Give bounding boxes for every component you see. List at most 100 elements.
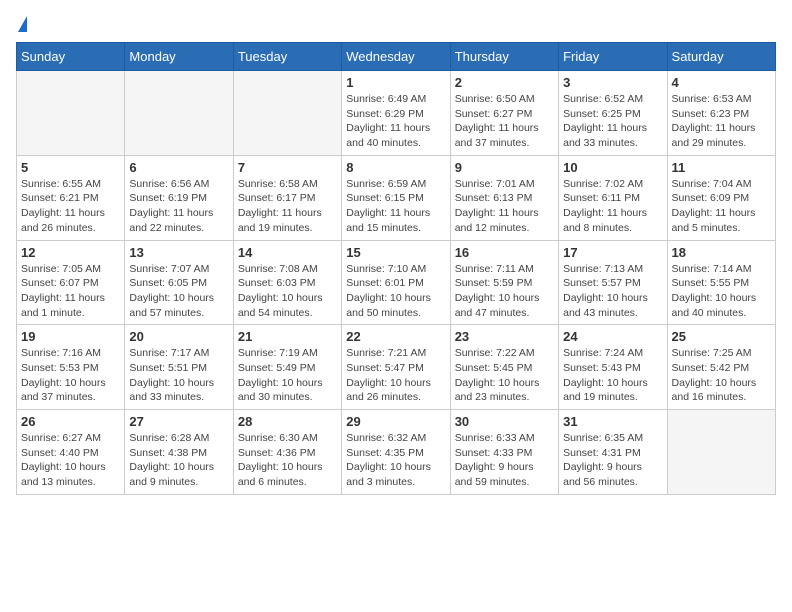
day-header-monday: Monday: [125, 43, 233, 71]
calendar-table: SundayMondayTuesdayWednesdayThursdayFrid…: [16, 42, 776, 495]
calendar-cell: 31 Sunrise: 6:35 AM Sunset: 4:31 PM Dayli…: [559, 410, 667, 495]
calendar-week-row: 5 Sunrise: 6:55 AM Sunset: 6:21 PM Daylig…: [17, 155, 776, 240]
day-info: Sunrise: 7:17 AM Sunset: 5:51 PM Dayligh…: [129, 346, 228, 405]
day-number: 22: [346, 329, 445, 344]
day-number: 29: [346, 414, 445, 429]
calendar-cell: 19 Sunrise: 7:16 AM Sunset: 5:53 PM Dayli…: [17, 325, 125, 410]
calendar-cell: 4 Sunrise: 6:53 AM Sunset: 6:23 PM Daylig…: [667, 71, 775, 156]
calendar-cell: 26 Sunrise: 6:27 AM Sunset: 4:40 PM Dayli…: [17, 410, 125, 495]
calendar-cell: 5 Sunrise: 6:55 AM Sunset: 6:21 PM Daylig…: [17, 155, 125, 240]
day-header-saturday: Saturday: [667, 43, 775, 71]
calendar-cell: 8 Sunrise: 6:59 AM Sunset: 6:15 PM Daylig…: [342, 155, 450, 240]
day-info: Sunrise: 7:16 AM Sunset: 5:53 PM Dayligh…: [21, 346, 120, 405]
calendar-cell: 10 Sunrise: 7:02 AM Sunset: 6:11 PM Dayli…: [559, 155, 667, 240]
calendar-cell: [233, 71, 341, 156]
day-info: Sunrise: 7:24 AM Sunset: 5:43 PM Dayligh…: [563, 346, 662, 405]
day-info: Sunrise: 7:02 AM Sunset: 6:11 PM Dayligh…: [563, 177, 662, 236]
day-number: 25: [672, 329, 771, 344]
calendar-cell: 12 Sunrise: 7:05 AM Sunset: 6:07 PM Dayli…: [17, 240, 125, 325]
day-number: 6: [129, 160, 228, 175]
day-number: 13: [129, 245, 228, 260]
day-info: Sunrise: 6:52 AM Sunset: 6:25 PM Dayligh…: [563, 92, 662, 151]
day-header-wednesday: Wednesday: [342, 43, 450, 71]
day-number: 9: [455, 160, 554, 175]
day-info: Sunrise: 6:59 AM Sunset: 6:15 PM Dayligh…: [346, 177, 445, 236]
calendar-cell: 17 Sunrise: 7:13 AM Sunset: 5:57 PM Dayli…: [559, 240, 667, 325]
calendar-cell: 29 Sunrise: 6:32 AM Sunset: 4:35 PM Dayli…: [342, 410, 450, 495]
day-header-tuesday: Tuesday: [233, 43, 341, 71]
logo: [16, 16, 27, 30]
calendar-header-row: SundayMondayTuesdayWednesdayThursdayFrid…: [17, 43, 776, 71]
day-number: 8: [346, 160, 445, 175]
day-info: Sunrise: 7:25 AM Sunset: 5:42 PM Dayligh…: [672, 346, 771, 405]
day-number: 14: [238, 245, 337, 260]
day-info: Sunrise: 6:58 AM Sunset: 6:17 PM Dayligh…: [238, 177, 337, 236]
day-info: Sunrise: 6:28 AM Sunset: 4:38 PM Dayligh…: [129, 431, 228, 490]
calendar-cell: 24 Sunrise: 7:24 AM Sunset: 5:43 PM Dayli…: [559, 325, 667, 410]
calendar-week-row: 26 Sunrise: 6:27 AM Sunset: 4:40 PM Dayli…: [17, 410, 776, 495]
calendar-cell: 9 Sunrise: 7:01 AM Sunset: 6:13 PM Daylig…: [450, 155, 558, 240]
calendar-cell: 13 Sunrise: 7:07 AM Sunset: 6:05 PM Dayli…: [125, 240, 233, 325]
day-info: Sunrise: 6:53 AM Sunset: 6:23 PM Dayligh…: [672, 92, 771, 151]
day-info: Sunrise: 7:01 AM Sunset: 6:13 PM Dayligh…: [455, 177, 554, 236]
day-number: 21: [238, 329, 337, 344]
calendar-cell: 20 Sunrise: 7:17 AM Sunset: 5:51 PM Dayli…: [125, 325, 233, 410]
day-number: 24: [563, 329, 662, 344]
day-number: 10: [563, 160, 662, 175]
day-number: 30: [455, 414, 554, 429]
calendar-cell: [125, 71, 233, 156]
day-info: Sunrise: 7:04 AM Sunset: 6:09 PM Dayligh…: [672, 177, 771, 236]
calendar-cell: 11 Sunrise: 7:04 AM Sunset: 6:09 PM Dayli…: [667, 155, 775, 240]
day-info: Sunrise: 6:35 AM Sunset: 4:31 PM Dayligh…: [563, 431, 662, 490]
day-info: Sunrise: 7:21 AM Sunset: 5:47 PM Dayligh…: [346, 346, 445, 405]
day-info: Sunrise: 7:05 AM Sunset: 6:07 PM Dayligh…: [21, 262, 120, 321]
day-number: 26: [21, 414, 120, 429]
day-number: 4: [672, 75, 771, 90]
calendar-cell: 28 Sunrise: 6:30 AM Sunset: 4:36 PM Dayli…: [233, 410, 341, 495]
day-info: Sunrise: 6:50 AM Sunset: 6:27 PM Dayligh…: [455, 92, 554, 151]
day-info: Sunrise: 6:32 AM Sunset: 4:35 PM Dayligh…: [346, 431, 445, 490]
day-info: Sunrise: 6:55 AM Sunset: 6:21 PM Dayligh…: [21, 177, 120, 236]
calendar-cell: 27 Sunrise: 6:28 AM Sunset: 4:38 PM Dayli…: [125, 410, 233, 495]
logo-triangle-icon: [18, 16, 27, 32]
calendar-cell: 18Sunrise: 7:14 AM Sunset: 5:55 PM Dayli…: [667, 240, 775, 325]
day-number: 19: [21, 329, 120, 344]
calendar-cell: 7Sunrise: 6:58 AM Sunset: 6:17 PM Daylig…: [233, 155, 341, 240]
day-number: 12: [21, 245, 120, 260]
calendar-week-row: 1Sunrise: 6:49 AM Sunset: 6:29 PM Daylig…: [17, 71, 776, 156]
day-number: 11: [672, 160, 771, 175]
calendar-cell: 3 Sunrise: 6:52 AM Sunset: 6:25 PM Daylig…: [559, 71, 667, 156]
calendar-cell: 6 Sunrise: 6:56 AM Sunset: 6:19 PM Daylig…: [125, 155, 233, 240]
calendar-cell: 1Sunrise: 6:49 AM Sunset: 6:29 PM Daylig…: [342, 71, 450, 156]
calendar-cell: 16Sunrise: 7:11 AM Sunset: 5:59 PM Dayli…: [450, 240, 558, 325]
day-number: 17: [563, 245, 662, 260]
page-header: [16, 16, 776, 30]
day-number: 28: [238, 414, 337, 429]
day-info: Sunrise: 6:49 AM Sunset: 6:29 PM Dayligh…: [346, 92, 445, 151]
day-number: 23: [455, 329, 554, 344]
day-header-friday: Friday: [559, 43, 667, 71]
day-info: Sunrise: 6:56 AM Sunset: 6:19 PM Dayligh…: [129, 177, 228, 236]
day-number: 20: [129, 329, 228, 344]
day-info: Sunrise: 7:07 AM Sunset: 6:05 PM Dayligh…: [129, 262, 228, 321]
day-number: 31: [563, 414, 662, 429]
day-number: 3: [563, 75, 662, 90]
calendar-week-row: 12 Sunrise: 7:05 AM Sunset: 6:07 PM Dayli…: [17, 240, 776, 325]
day-info: Sunrise: 6:27 AM Sunset: 4:40 PM Dayligh…: [21, 431, 120, 490]
calendar-cell: 21 Sunrise: 7:19 AM Sunset: 5:49 PM Dayli…: [233, 325, 341, 410]
day-info: Sunrise: 7:08 AM Sunset: 6:03 PM Dayligh…: [238, 262, 337, 321]
calendar-cell: 23Sunrise: 7:22 AM Sunset: 5:45 PM Dayli…: [450, 325, 558, 410]
calendar-cell: 2Sunrise: 6:50 AM Sunset: 6:27 PM Daylig…: [450, 71, 558, 156]
day-info: Sunrise: 6:33 AM Sunset: 4:33 PM Dayligh…: [455, 431, 554, 490]
calendar-cell: 15Sunrise: 7:10 AM Sunset: 6:01 PM Dayli…: [342, 240, 450, 325]
day-info: Sunrise: 7:13 AM Sunset: 5:57 PM Dayligh…: [563, 262, 662, 321]
day-number: 5: [21, 160, 120, 175]
day-info: Sunrise: 6:30 AM Sunset: 4:36 PM Dayligh…: [238, 431, 337, 490]
day-number: 15: [346, 245, 445, 260]
calendar-cell: 14 Sunrise: 7:08 AM Sunset: 6:03 PM Dayli…: [233, 240, 341, 325]
day-info: Sunrise: 7:11 AM Sunset: 5:59 PM Dayligh…: [455, 262, 554, 321]
day-info: Sunrise: 7:14 AM Sunset: 5:55 PM Dayligh…: [672, 262, 771, 321]
day-number: 27: [129, 414, 228, 429]
day-info: Sunrise: 7:19 AM Sunset: 5:49 PM Dayligh…: [238, 346, 337, 405]
day-header-sunday: Sunday: [17, 43, 125, 71]
